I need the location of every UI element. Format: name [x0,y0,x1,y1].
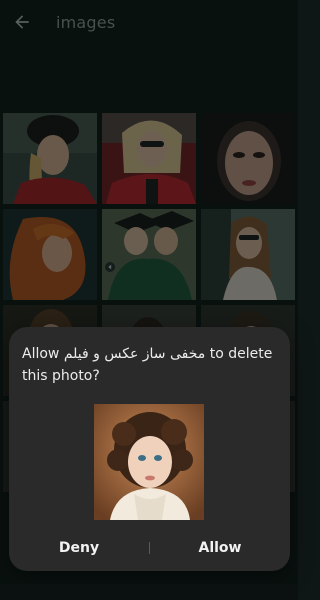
dialog-message: Allow مخفی ساز عکس و فیلم to delete this… [22,346,273,384]
delete-permission-dialog: Allow مخفی ساز عکس و فیلم to delete this… [9,327,290,571]
allow-button[interactable]: Allow [150,531,290,565]
dialog-actions: Deny Allow [9,531,290,565]
system-nav-bar [0,584,298,600]
deny-button[interactable]: Deny [9,531,149,565]
photo-preview [94,404,204,520]
